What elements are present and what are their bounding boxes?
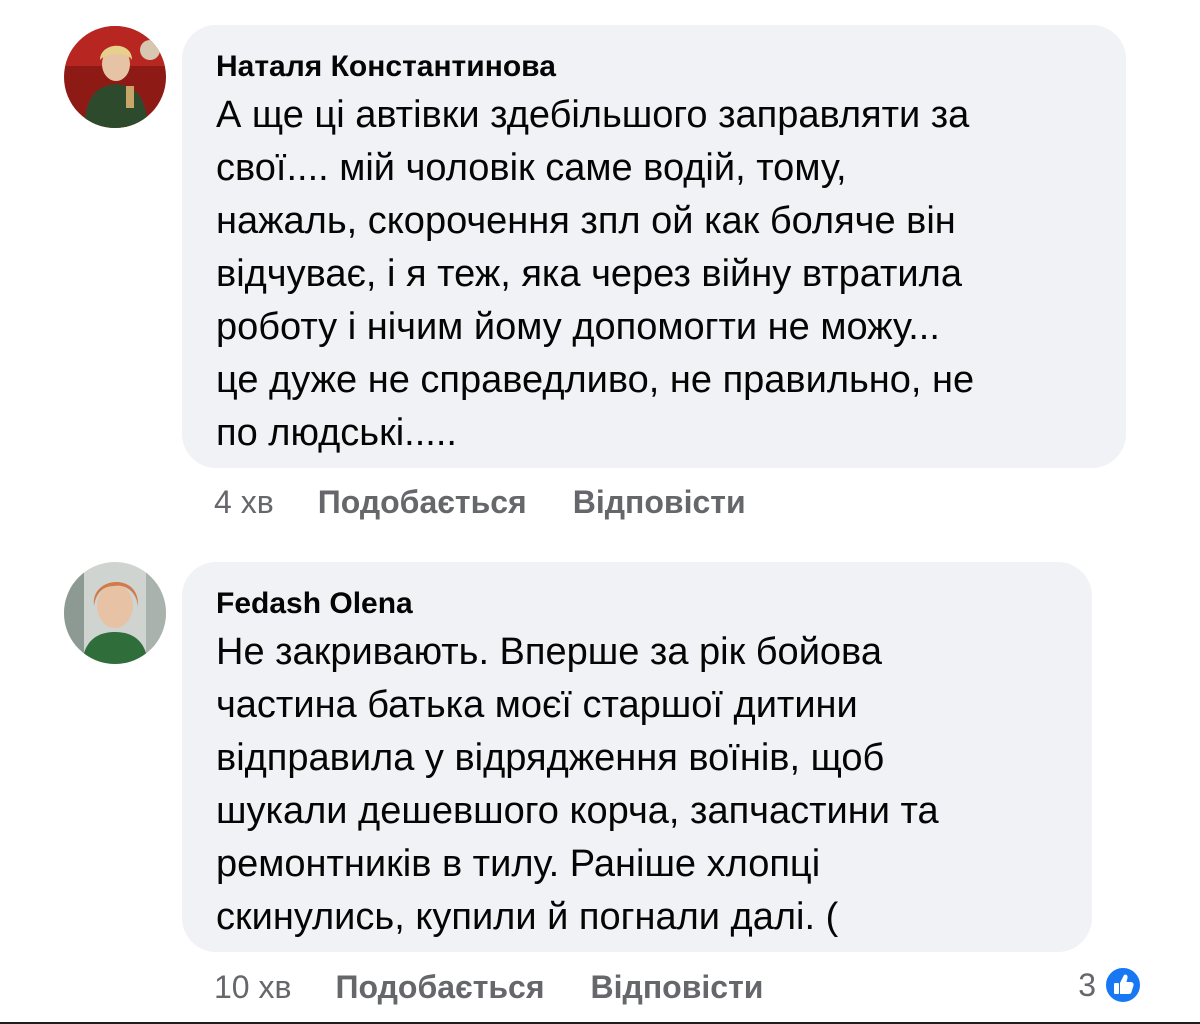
comment-text-line: відчуває, і я теж, яка через війну втрат… [216,253,962,295]
reaction-summary[interactable]: 3 [1078,966,1142,1004]
comment-text-line: відправила у відрядження воїнів, щоб [216,737,885,779]
comment-text-line: частина батька моєї старшої дитини [216,684,858,726]
comment-timestamp[interactable]: 4 хв [214,484,274,521]
comment-bubble: Наталя Константинова А ще ці автівки зде… [182,25,1126,468]
reaction-count: 3 [1078,966,1096,1003]
comment-actions: 10 хв Подобається Відповісти [214,969,809,1006]
comment-text-line: це дуже не справедливо, не правильно, не [216,359,975,401]
comment-text-line: по людські..... [216,412,457,454]
avatar[interactable] [64,562,166,664]
comment-text-line: Не закривають. Вперше за рік бойова [216,631,882,673]
comment-text-line: А ще ці автівки здебільшого заправляти з… [216,94,970,136]
comment-timestamp[interactable]: 10 хв [214,969,291,1006]
comment-author[interactable]: Наталя Константинова [216,47,1092,87]
comment-text-line: ремонтників в тилу. Раніше хлопці [216,843,821,885]
comment-text-line: свої.... мій чоловік саме водій, тому, [216,147,847,189]
comment-actions: 4 хв Подобається Відповісти [214,484,792,521]
avatar-photo [64,562,166,664]
comment-text-line: роботу і нічим йому допомогти не можу... [216,306,940,348]
like-button[interactable]: Подобається [318,484,527,521]
comments-page: Наталя Константинова А ще ці автівки зде… [0,0,1200,1024]
comment-text-line: нажаль, скорочення зпл ой как боляче він [216,200,956,242]
like-button[interactable]: Подобається [335,969,544,1006]
avatar[interactable] [64,26,166,128]
comment-text-line: шукали дешевшого корча, запчастини та [216,790,939,832]
comment-text: А ще ці автівки здебільшого заправляти з… [216,89,1092,460]
reply-button[interactable]: Відповісти [573,484,746,521]
reply-button[interactable]: Відповісти [591,969,764,1006]
comment-text: Не закривають. Вперше за рік бойова част… [216,626,1058,944]
comment-author[interactable]: Fedash Olena [216,584,1058,624]
avatar-photo [64,26,166,128]
comment-bubble: Fedash Olena Не закривають. Вперше за рі… [182,562,1092,952]
like-badge-icon [1104,966,1142,1004]
comment-text-line: скинулись, купили й погнали далі. ( [216,896,839,938]
